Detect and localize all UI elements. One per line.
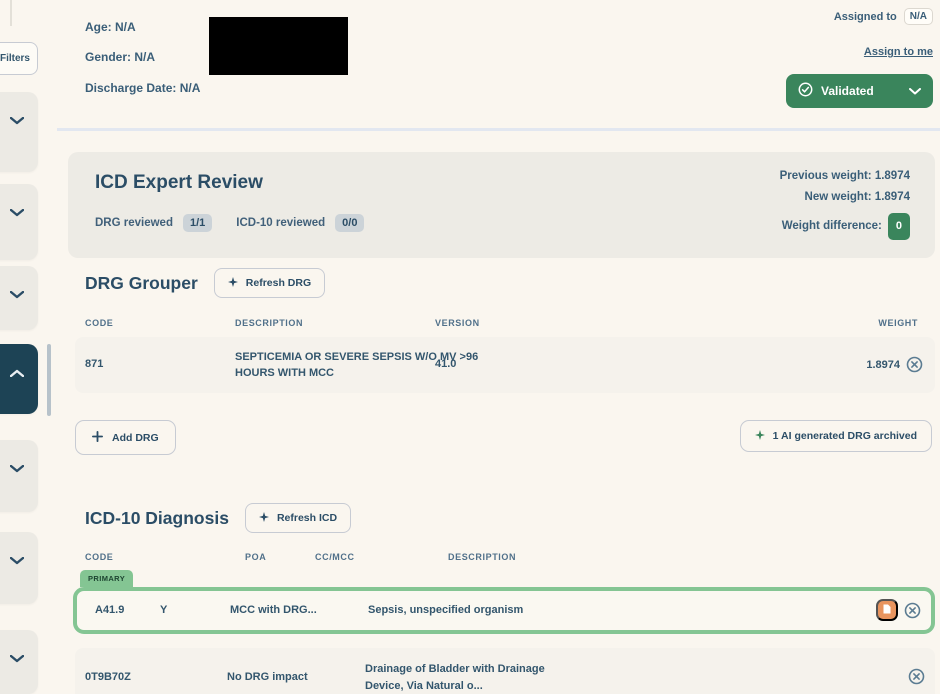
weight-difference-label: Weight difference: [782, 216, 882, 237]
weight-summary: Previous weight: 1.8974 New weight: 1.89… [780, 166, 910, 240]
drg-grouper-header: DRG Grouper Refresh DRG [85, 268, 325, 298]
icd-poa: Y [160, 604, 167, 616]
chevron-down-icon [10, 204, 24, 222]
icd-description: Sepsis, unspecified organism [368, 604, 523, 616]
filters-button[interactable]: Filters [0, 42, 38, 75]
icd-code: A41.9 [95, 604, 124, 616]
icd-expert-review-panel: ICD Expert Review DRG reviewed 1/1 ICD-1… [68, 152, 935, 258]
patient-age: Age: N/A [85, 20, 136, 34]
icd-description: Drainage of Bladder with Drainage Device… [365, 661, 580, 694]
drg-reviewed-label: DRG reviewed [95, 217, 173, 229]
assign-to-me-link[interactable]: Assign to me [864, 46, 933, 58]
icd-ccmcc: No DRG impact [227, 671, 308, 683]
icd-col-description: DESCRIPTION [448, 552, 516, 562]
patient-gender: Gender: N/A [85, 50, 155, 64]
refresh-drg-label: Refresh DRG [246, 277, 311, 289]
archive-icd-button[interactable] [904, 602, 921, 619]
drg-col-description: DESCRIPTION [235, 318, 303, 328]
validated-status-button[interactable]: Validated [786, 74, 933, 108]
add-drg-button[interactable]: Add DRG [75, 420, 176, 455]
sidebar-section-6[interactable] [0, 532, 38, 604]
previous-weight: Previous weight: 1.8974 [780, 166, 910, 187]
icd-table-row[interactable]: 0T9B70Z No DRG impact Drainage of Bladde… [75, 648, 935, 694]
sparkle-icon [228, 277, 238, 290]
weight-difference-badge: 0 [888, 213, 910, 240]
icd-col-ccmcc: CC/MCC [315, 552, 355, 562]
refresh-drg-button[interactable]: Refresh DRG [214, 268, 325, 298]
archive-drg-button[interactable] [906, 356, 923, 373]
chevron-down-icon [10, 286, 24, 304]
drg-reviewed-count: 1/1 [183, 214, 212, 232]
sidebar-section-7[interactable] [0, 630, 38, 694]
icd-diagnosis-header: ICD-10 Diagnosis Refresh ICD [85, 503, 351, 533]
assigned-to: Assigned to N/A [834, 8, 933, 25]
icd-diagnosis-title: ICD-10 Diagnosis [85, 508, 229, 529]
filters-button-label: Filters [0, 53, 30, 64]
sidebar-section-2[interactable] [0, 184, 38, 260]
sparkle-icon [259, 512, 269, 525]
chevron-down-icon [10, 650, 24, 668]
icd-primary-row[interactable]: A41.9 Y MCC with DRG... Sepsis, unspecif… [73, 587, 935, 634]
note-badge-button[interactable] [876, 599, 898, 621]
drg-code: 871 [85, 358, 103, 370]
ai-sparkle-icon [755, 430, 765, 443]
chevron-down-icon [10, 460, 24, 478]
validated-label: Validated [821, 84, 874, 98]
chevron-down-icon [10, 552, 24, 570]
icd-ccmcc: MCC with DRG... [230, 604, 317, 616]
drg-col-weight: WEIGHT [878, 318, 918, 328]
chevron-down-icon [10, 112, 24, 130]
primary-badge: PRIMARY [80, 570, 133, 587]
header-divider [57, 128, 940, 131]
add-drg-label: Add DRG [112, 432, 159, 444]
icd-reviewed-label: ICD-10 reviewed [236, 217, 325, 229]
drg-col-version: VERSION [435, 318, 480, 328]
plus-icon [92, 431, 103, 445]
redacted-patient-name [209, 17, 348, 75]
assigned-to-badge: N/A [904, 8, 933, 25]
drg-col-code: CODE [85, 318, 113, 328]
review-stats: DRG reviewed 1/1 ICD-10 reviewed 0/0 [95, 214, 364, 232]
drg-version: 41.0 [435, 358, 456, 370]
refresh-icd-label: Refresh ICD [277, 512, 337, 524]
icd-review-app: Filters Age: N/A Gender: N/A Discharge D… [0, 0, 940, 694]
ai-generated-drg-archived-button[interactable]: 1 AI generated DRG archived [740, 420, 932, 452]
icd-col-poa: POA [245, 552, 266, 562]
icd-code: 0T9B70Z [85, 671, 131, 683]
sidebar-scrollbar[interactable] [47, 344, 51, 416]
drg-weight: 1.8974 [866, 359, 900, 371]
patient-discharge-date: Discharge Date: N/A [85, 81, 200, 95]
drg-table-row[interactable]: 871 SEPTICEMIA OR SEVERE SEPSIS W/O MV >… [75, 337, 935, 393]
archive-icd-button[interactable] [908, 668, 925, 685]
refresh-icd-button[interactable]: Refresh ICD [245, 503, 351, 533]
new-weight: New weight: 1.8974 [780, 187, 910, 208]
sidebar-section-5[interactable] [0, 440, 38, 512]
chevron-up-icon [10, 364, 24, 382]
sidebar-section-1[interactable] [0, 92, 38, 172]
sidebar-divider [10, 0, 12, 26]
sidebar-section-3[interactable] [0, 266, 38, 330]
chevron-down-icon [909, 84, 921, 98]
icd-col-code: CODE [85, 552, 113, 562]
review-panel-title: ICD Expert Review [95, 172, 263, 194]
sidebar-section-active[interactable] [0, 344, 38, 414]
check-circle-icon [798, 82, 813, 100]
archived-drg-label: 1 AI generated DRG archived [773, 430, 917, 442]
document-icon [881, 603, 893, 618]
drg-grouper-title: DRG Grouper [85, 273, 198, 294]
icd-reviewed-count: 0/0 [335, 214, 364, 232]
assigned-to-label: Assigned to [834, 11, 897, 23]
